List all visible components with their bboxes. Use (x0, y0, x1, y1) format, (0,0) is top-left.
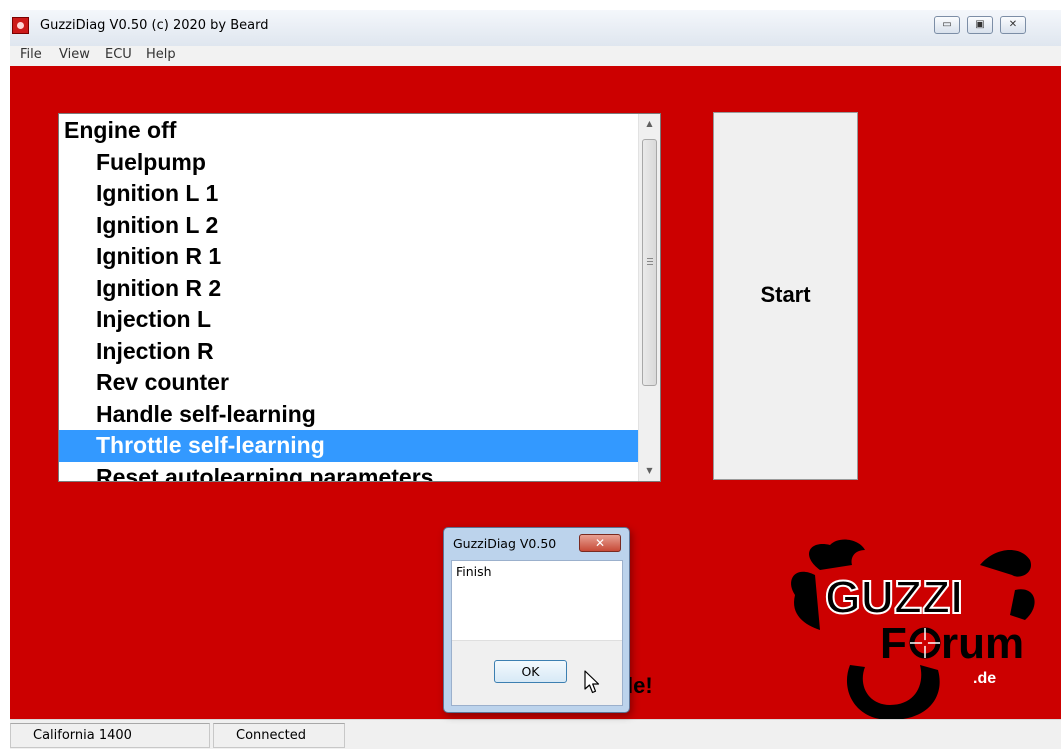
guzzi-forum-logo: GUZZI F rum .de (791, 539, 1035, 735)
dialog-message: Finish (456, 564, 492, 579)
maximize-button[interactable]: ▣ (967, 16, 993, 34)
list-item[interactable]: Injection R (59, 336, 639, 368)
status-bar: California 1400 Connected (10, 719, 1061, 749)
logo-text-f: F (880, 619, 907, 668)
list-item[interactable]: Ignition L 2 (59, 210, 639, 242)
scroll-up-arrow-icon[interactable]: ▲ (639, 114, 660, 134)
dialog-title: GuzziDiag V0.50 (453, 536, 557, 551)
menu-view[interactable]: View (59, 47, 90, 62)
logo-text-guzzi: GUZZI (825, 571, 963, 623)
minimize-button[interactable]: ▭ (934, 16, 960, 34)
dialog-close-button[interactable]: ✕ (579, 534, 621, 552)
mouse-cursor-icon (584, 670, 600, 694)
close-button[interactable]: ✕ (1000, 16, 1026, 34)
list-item[interactable]: Ignition R 1 (59, 241, 639, 273)
list-item[interactable]: Handle self-learning (59, 399, 639, 431)
list-item[interactable]: Injection L (59, 304, 639, 336)
menu-ecu[interactable]: ECU (105, 47, 132, 62)
app-icon (12, 17, 29, 34)
list-items: Engine off Fuelpump Ignition L 1 Ignition L… (59, 114, 639, 481)
scroll-down-arrow-icon[interactable]: ▼ (639, 461, 660, 481)
window-title: GuzziDiag V0.50 (c) 2020 by Beard (40, 18, 269, 33)
scrollbar-thumb[interactable] (642, 139, 657, 386)
list-item[interactable]: Fuelpump (59, 147, 639, 179)
ok-button[interactable]: OK (494, 660, 567, 683)
grip-icon (647, 258, 653, 265)
status-message: le! (627, 673, 653, 698)
menu-bar: File View ECU Help (10, 46, 1061, 66)
title-bar: GuzziDiag V0.50 (c) 2020 by Beard ▭ ▣ ✕ (10, 10, 1061, 46)
logo-text-rum: rum (941, 619, 1024, 668)
list-item[interactable]: Ignition L 1 (59, 178, 639, 210)
status-model: California 1400 (10, 723, 210, 748)
scrollbar[interactable]: ▲ ▼ (638, 114, 660, 481)
list-item[interactable]: Reset autolearning parameters (59, 462, 639, 482)
list-item-selected[interactable]: Throttle self-learning (59, 430, 639, 462)
logo-text-de: .de (973, 670, 996, 687)
test-listbox[interactable]: Engine off Fuelpump Ignition L 1 Ignition L… (58, 113, 661, 482)
menu-help[interactable]: Help (146, 47, 176, 62)
list-item[interactable]: Ignition R 2 (59, 273, 639, 305)
start-button[interactable]: Start (713, 112, 858, 480)
list-item[interactable]: Engine off (59, 115, 639, 147)
status-connection: Connected (213, 723, 345, 748)
list-item[interactable]: Rev counter (59, 367, 639, 399)
menu-file[interactable]: File (20, 47, 42, 62)
